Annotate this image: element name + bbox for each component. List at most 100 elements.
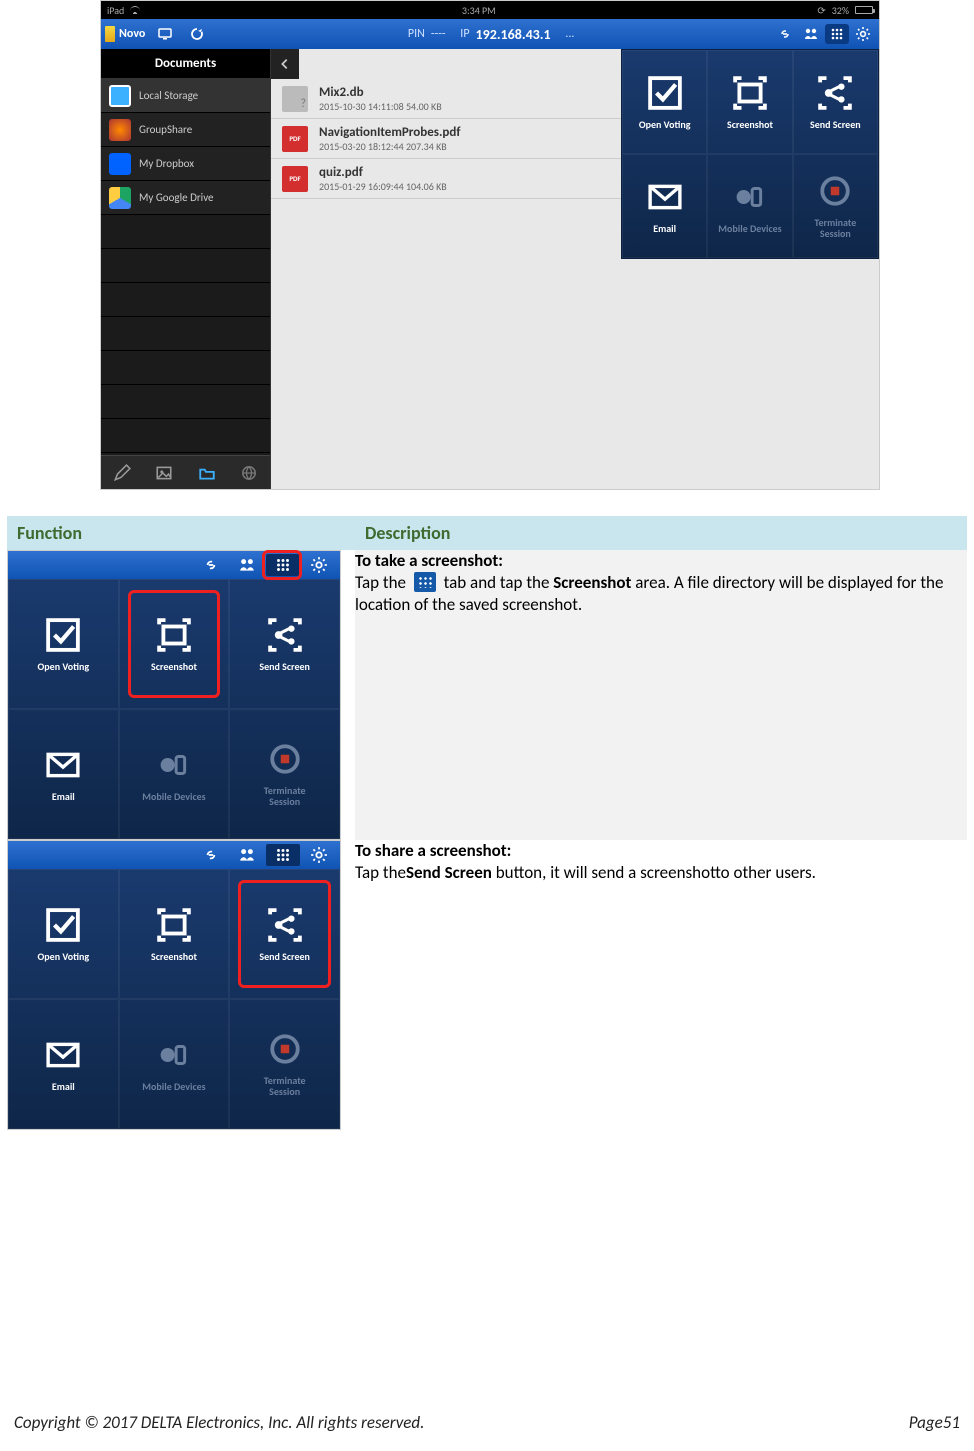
folder-icon[interactable] — [195, 462, 219, 484]
desc-bold: Send Screen — [406, 862, 492, 883]
gear-icon[interactable] — [851, 24, 875, 44]
source-label: Local Storage — [139, 89, 198, 102]
people-icon[interactable] — [230, 554, 264, 576]
page-footer: Copyright © 2017 DELTA Electronics, Inc.… — [0, 1412, 974, 1433]
file-type-icon: PDF — [281, 165, 309, 193]
terminate-icon — [817, 173, 853, 209]
link-icon[interactable] — [773, 24, 797, 44]
action-open-voting[interactable]: Open Voting — [622, 50, 707, 154]
source-local-storage[interactable]: Local Storage — [101, 79, 270, 113]
action-screenshot[interactable]: Screenshot — [707, 50, 792, 154]
action-label: Terminate Session — [814, 217, 856, 239]
action-send-screen[interactable]: Send Screen — [793, 50, 878, 154]
source-groupshare[interactable]: GroupShare — [101, 113, 270, 147]
action-send-screen[interactable]: Send Screen — [229, 869, 340, 999]
screenshot-icon — [156, 907, 192, 943]
action-label: Terminate Session — [264, 1075, 306, 1097]
action-email[interactable]: Email — [8, 999, 119, 1129]
desc-text: Tap the — [355, 572, 410, 593]
description-send-screen: To share a screenshot: Tap theSend Scree… — [355, 840, 967, 1130]
action-open-voting[interactable]: Open Voting — [8, 579, 119, 709]
mobile-devices-icon — [732, 179, 768, 215]
app-brand: Novo — [105, 26, 145, 42]
action-label: Send Screen — [810, 119, 861, 130]
action-send-screen[interactable]: Send Screen — [229, 579, 340, 709]
action-label: Mobile Devices — [718, 223, 781, 234]
device-label: iPad — [107, 4, 124, 17]
file-name: quiz.pdf — [319, 165, 447, 180]
source-google-drive[interactable]: My Google Drive — [101, 181, 270, 215]
col-function-header: Function — [7, 516, 355, 550]
empty-row — [101, 249, 270, 283]
status-bar: iPad 3:34 PM ⟳ 32% — [101, 1, 879, 19]
local-storage-icon — [109, 85, 131, 107]
file-type-icon — [281, 85, 309, 113]
action-terminate-session[interactable]: Terminate Session — [793, 154, 878, 258]
email-icon — [647, 179, 683, 215]
file-area: Mix2.db 2015-10-30 14:11:08 54.00 KB PDF… — [271, 49, 879, 489]
action-email[interactable]: Email — [622, 154, 707, 258]
mini-action-panel: Open Voting Screenshot Send Screen — [8, 579, 340, 839]
desc-bold: Screenshot — [553, 572, 631, 593]
app-toolbar: Novo PIN ---- IP 192.168.43.1 ... — [101, 19, 879, 49]
empty-row — [101, 419, 270, 453]
action-mobile-devices[interactable]: Mobile Devices — [119, 999, 230, 1129]
empty-row — [101, 215, 270, 249]
action-label: Send Screen — [259, 661, 310, 672]
action-label: Screenshot — [151, 661, 197, 672]
action-label: Terminate Session — [264, 785, 306, 807]
action-mobile-devices[interactable]: Mobile Devices — [119, 709, 230, 839]
action-terminate-session[interactable]: Terminate Session — [229, 709, 340, 839]
gear-icon[interactable] — [302, 554, 336, 576]
action-label: Open Voting — [38, 951, 90, 962]
grid-menu-icon[interactable] — [825, 24, 849, 44]
file-name: NavigationItemProbes.pdf — [319, 125, 461, 140]
send-screen-icon — [267, 617, 303, 653]
desc-title: To take a screenshot: — [355, 550, 503, 571]
mini-toolbar — [8, 841, 340, 869]
action-label: Screenshot — [727, 119, 773, 130]
source-label: My Dropbox — [139, 157, 194, 170]
orientation-lock-icon: ⟳ — [817, 4, 825, 17]
monitor-icon[interactable] — [153, 24, 177, 44]
image-icon[interactable] — [152, 462, 176, 484]
action-label: Mobile Devices — [142, 791, 205, 802]
pin-label: PIN — [408, 27, 425, 41]
page-number: Page51 — [909, 1412, 960, 1433]
action-screenshot[interactable]: Screenshot — [119, 579, 230, 709]
people-icon[interactable] — [799, 24, 823, 44]
check-icon — [45, 617, 81, 653]
back-button[interactable] — [271, 49, 299, 79]
ipad-screenshot: iPad 3:34 PM ⟳ 32% Novo PIN ---- IP — [100, 0, 880, 490]
col-description-header: Description — [355, 516, 967, 550]
link-icon[interactable] — [194, 554, 228, 576]
grid-menu-icon[interactable] — [266, 844, 300, 866]
check-icon — [45, 907, 81, 943]
more-label[interactable]: ... — [565, 27, 574, 41]
action-email[interactable]: Email — [8, 709, 119, 839]
desc-text: tab and tap the — [444, 572, 554, 593]
email-icon — [45, 747, 81, 783]
groupshare-icon — [109, 119, 131, 141]
pencil-icon[interactable] — [110, 462, 134, 484]
grid-menu-icon[interactable] — [266, 554, 300, 576]
function-image-screenshot: Open Voting Screenshot Send Screen — [7, 550, 355, 840]
refresh-icon[interactable] — [185, 24, 209, 44]
mobile-devices-icon — [156, 747, 192, 783]
action-label: Open Voting — [38, 661, 90, 672]
gear-icon[interactable] — [302, 844, 336, 866]
action-screenshot[interactable]: Screenshot — [119, 869, 230, 999]
link-icon[interactable] — [194, 844, 228, 866]
connection-info: PIN ---- IP 192.168.43.1 ... — [217, 26, 765, 43]
people-icon[interactable] — [230, 844, 264, 866]
action-terminate-session[interactable]: Terminate Session — [229, 999, 340, 1129]
source-label: My Google Drive — [139, 191, 214, 204]
copyright-text: Copyright © 2017 DELTA Electronics, Inc.… — [14, 1412, 424, 1433]
source-dropbox[interactable]: My Dropbox — [101, 147, 270, 181]
action-open-voting[interactable]: Open Voting — [8, 869, 119, 999]
source-label: GroupShare — [139, 123, 192, 136]
dropbox-icon — [109, 153, 131, 175]
globe-icon[interactable] — [237, 462, 261, 484]
screenshot-icon — [156, 617, 192, 653]
action-mobile-devices[interactable]: Mobile Devices — [707, 154, 792, 258]
